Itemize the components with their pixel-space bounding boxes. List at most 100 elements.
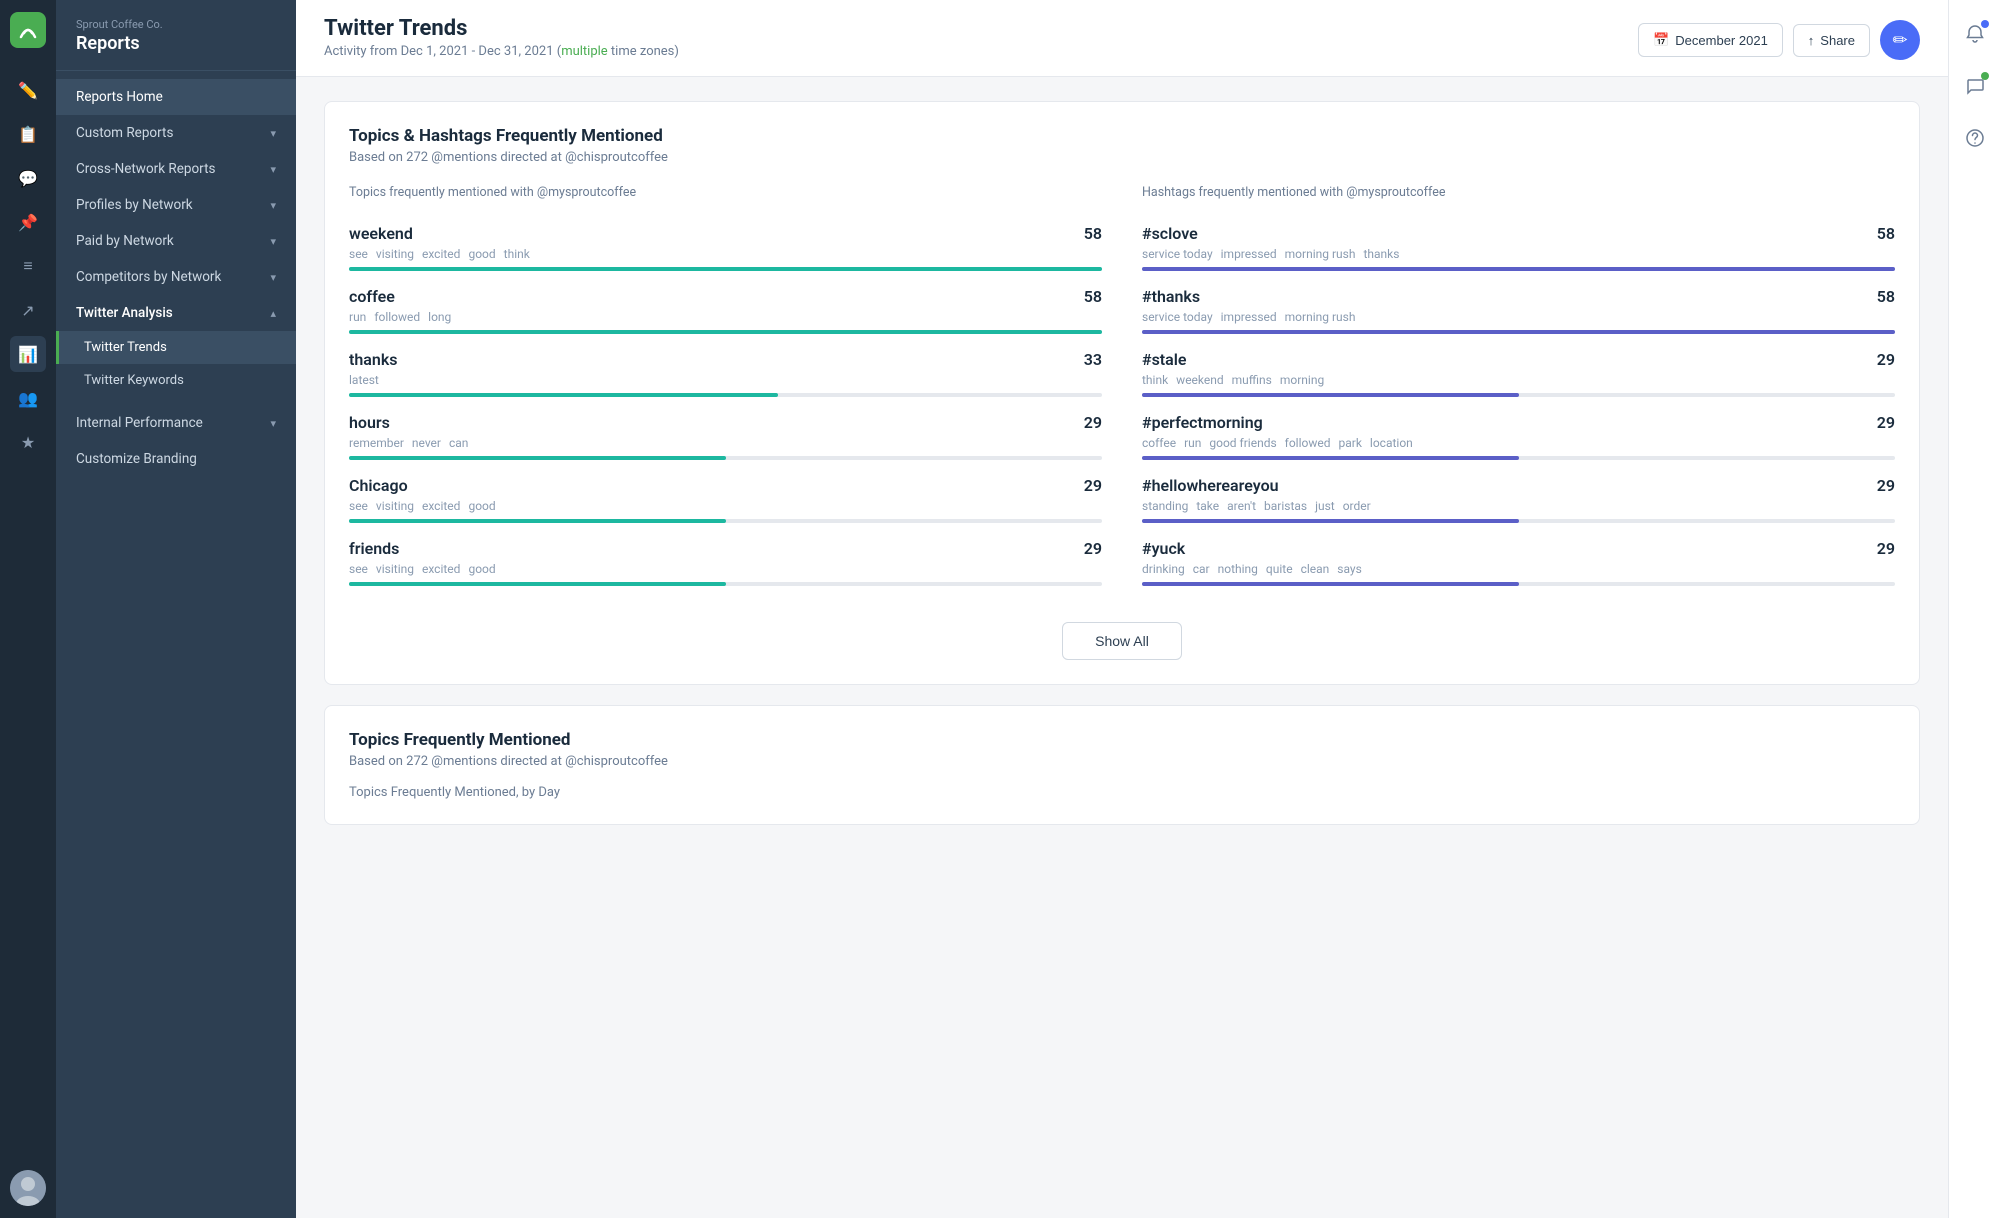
page-header-right: 📅 December 2021 ↑ Share ✏ [1638, 20, 1920, 60]
chevron-up-icon: ▴ [270, 307, 276, 320]
card1-title: Topics & Hashtags Frequently Mentioned [349, 126, 1895, 146]
hashtag-row: #perfectmorning29 coffeerungood friendsf… [1142, 413, 1895, 460]
app-logo [10, 12, 46, 48]
chevron-down-icon: ▾ [270, 127, 276, 140]
sidebar-item-twitter-trends-label: Twitter Trends [84, 340, 167, 355]
content-area: Topics & Hashtags Frequently Mentioned B… [296, 77, 1948, 1218]
nav-icon-compose[interactable]: ✏️ [10, 72, 46, 108]
hashtag-count: 29 [1877, 350, 1895, 369]
card2-subtitle: Based on 272 @mentions directed at @chis… [349, 754, 1895, 769]
nav-icon-messages[interactable]: 💬 [10, 160, 46, 196]
left-icon-rail: ✏️ 📋 💬 📌 ≡ ↗ 📊 👥 ★ [0, 0, 56, 1218]
sidebar-item-twitter-trends[interactable]: Twitter Trends [56, 331, 296, 364]
hashtag-count: 58 [1877, 287, 1895, 306]
date-label: December 2021 [1675, 33, 1768, 48]
nav-icon-listen[interactable]: ≡ [10, 248, 46, 284]
card1-subtitle: Based on 272 @mentions directed at @chis… [349, 150, 1895, 165]
sidebar-nav: Reports Home Custom Reports ▾ Cross-Netw… [56, 71, 296, 485]
sidebar-item-reports-home-label: Reports Home [76, 89, 163, 105]
sidebar-item-competitors-label: Competitors by Network [76, 269, 221, 285]
topic-name: Chicago [349, 476, 408, 495]
sidebar-item-paid-by-network[interactable]: Paid by Network ▾ [56, 223, 296, 259]
sidebar-item-custom-reports[interactable]: Custom Reports ▾ [56, 115, 296, 151]
hashtag-keywords: standingtakearen'tbaristasjustorder [1142, 499, 1895, 513]
subtitle-link[interactable]: multiple [561, 44, 608, 59]
topic-row: thanks 33 latest [349, 350, 1102, 397]
page-subtitle: Activity from Dec 1, 2021 - Dec 31, 2021… [324, 44, 679, 59]
nav-icon-feed[interactable]: 📋 [10, 116, 46, 152]
hashtag-name: #perfectmorning [1142, 413, 1263, 432]
sidebar-item-cross-network[interactable]: Cross-Network Reports ▾ [56, 151, 296, 187]
hashtag-keywords: service todayimpressedmorning rushthanks [1142, 247, 1895, 261]
sidebar-item-internal-performance[interactable]: Internal Performance ▾ [56, 405, 296, 441]
sidebar-item-profiles-label: Profiles by Network [76, 197, 193, 213]
notifications-icon[interactable] [1957, 16, 1993, 52]
nav-icon-star[interactable]: ★ [10, 424, 46, 460]
hashtag-keywords: thinkweekendmuffinsmorning [1142, 373, 1895, 387]
topic-count: 58 [1084, 287, 1102, 306]
chevron-down-icon: ▾ [270, 163, 276, 176]
topic-count: 29 [1084, 413, 1102, 432]
hashtag-keywords: service todayimpressedmorning rush [1142, 310, 1895, 324]
topic-name: weekend [349, 224, 413, 243]
share-button[interactable]: ↑ Share [1793, 24, 1870, 57]
sidebar-item-internal-performance-label: Internal Performance [76, 415, 203, 431]
topic-keywords: latest [349, 373, 1102, 387]
show-all-button[interactable]: Show All [1062, 622, 1182, 660]
sidebar-item-profiles-by-network[interactable]: Profiles by Network ▾ [56, 187, 296, 223]
topic-row: Chicago 29 seevisitingexcitedgood [349, 476, 1102, 523]
chart-label: Topics Frequently Mentioned, by Day [349, 785, 1895, 800]
sidebar-item-customize-branding[interactable]: Customize Branding [56, 441, 296, 477]
sidebar-item-reports-home[interactable]: Reports Home [56, 79, 296, 115]
user-avatar[interactable] [10, 1170, 46, 1206]
topic-count: 29 [1084, 476, 1102, 495]
main-content: Twitter Trends Activity from Dec 1, 2021… [296, 0, 1948, 1218]
notification-badge [1981, 20, 1989, 28]
hashtag-row: #thanks58 service todayimpressedmorning … [1142, 287, 1895, 334]
sidebar: Sprout Coffee Co. Reports Reports Home C… [56, 0, 296, 1218]
calendar-icon: 📅 [1653, 32, 1669, 48]
hashtag-count: 29 [1877, 539, 1895, 558]
hashtag-keywords: coffeerungood friendsfollowedparklocatio… [1142, 436, 1895, 450]
hashtag-keywords: drinkingcarnothingquitecleansays [1142, 562, 1895, 576]
hashtag-name: #stale [1142, 350, 1187, 369]
chevron-down-icon: ▾ [270, 199, 276, 212]
topic-name: friends [349, 539, 399, 558]
compose-icon: ✏ [1892, 30, 1907, 51]
sidebar-item-twitter-keywords-label: Twitter Keywords [84, 373, 184, 388]
sidebar-item-competitors-by-network[interactable]: Competitors by Network ▾ [56, 259, 296, 295]
topic-name: coffee [349, 287, 395, 306]
date-picker-button[interactable]: 📅 December 2021 [1638, 23, 1783, 57]
chat-badge [1981, 72, 1989, 80]
nav-icon-publish[interactable]: ↗ [10, 292, 46, 328]
sidebar-item-twitter-keywords[interactable]: Twitter Keywords [56, 364, 296, 397]
hashtag-row: #yuck 29 drinkingcarnothingquitecleansays [1142, 539, 1895, 586]
chevron-down-icon: ▾ [270, 417, 276, 430]
subtitle-end: time zones) [608, 44, 679, 59]
sidebar-item-twitter-analysis[interactable]: Twitter Analysis ▴ [56, 295, 296, 331]
topic-name: thanks [349, 350, 398, 369]
hashtag-name: #yuck [1142, 539, 1185, 558]
subtitle-text: Activity from Dec 1, 2021 - Dec 31, 2021… [324, 44, 561, 59]
share-icon: ↑ [1808, 33, 1815, 48]
help-icon[interactable] [1957, 120, 1993, 156]
topic-count: 29 [1084, 539, 1102, 558]
hashtag-count: 29 [1877, 476, 1895, 495]
nav-icon-tasks[interactable]: 📌 [10, 204, 46, 240]
sidebar-item-paid-label: Paid by Network [76, 233, 174, 249]
topic-count: 33 [1084, 350, 1102, 369]
chat-icon[interactable] [1957, 68, 1993, 104]
sidebar-item-customize-branding-label: Customize Branding [76, 451, 197, 467]
hashtag-row: #stale 29 thinkweekendmuffinsmorning [1142, 350, 1895, 397]
nav-icon-people[interactable]: 👥 [10, 380, 46, 416]
topics-mentioned-card: Topics Frequently Mentioned Based on 272… [324, 705, 1920, 825]
topic-keywords: seevisitingexcitedgood [349, 499, 1102, 513]
show-all-row: Show All [349, 622, 1895, 660]
hashtags-column-header: Hashtags frequently mentioned with @mysp… [1142, 185, 1895, 208]
topic-row: friends 29 seevisitingexcitedgood [349, 539, 1102, 586]
topic-row: weekend58 seevisitingexcitedgoodthink [349, 224, 1102, 271]
topic-keywords: seevisitingexcitedgood [349, 562, 1102, 576]
nav-icon-reports[interactable]: 📊 [10, 336, 46, 372]
compose-button[interactable]: ✏ [1880, 20, 1920, 60]
topic-keywords: runfollowedlong [349, 310, 1102, 324]
